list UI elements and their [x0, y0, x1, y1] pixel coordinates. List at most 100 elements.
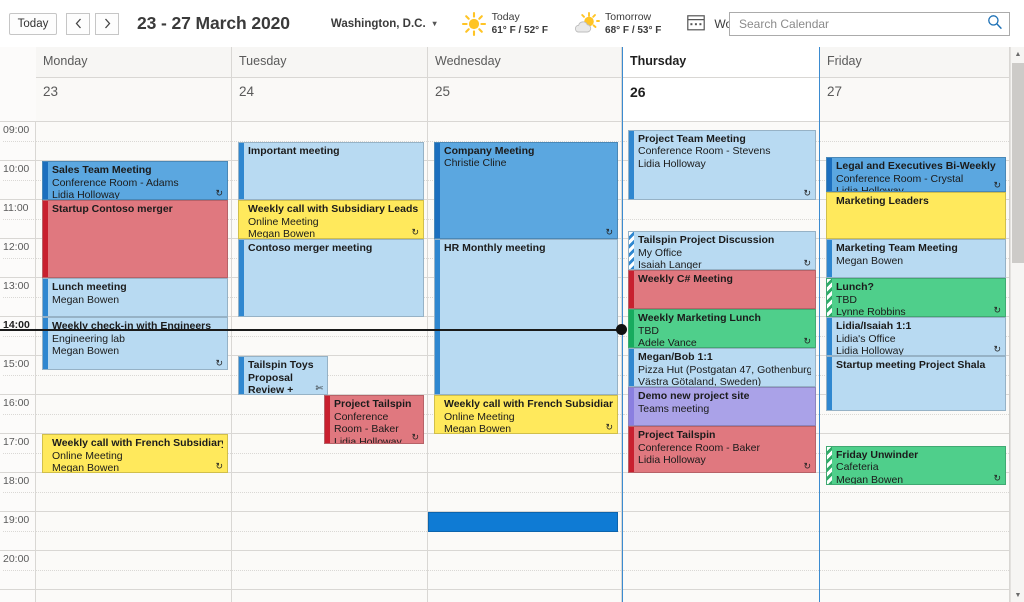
time-slot[interactable]	[232, 551, 427, 590]
event-organizer: Lidia Holloway	[638, 157, 706, 170]
time-label-1400: 14:00	[0, 317, 36, 356]
time-slot[interactable]	[232, 317, 427, 356]
time-slot[interactable]	[36, 551, 231, 590]
time-slot[interactable]	[232, 512, 427, 551]
event-body: Weekly check-in with Engineers Engineerin…	[48, 318, 227, 369]
calendar-event[interactable]: Startup Contoso merger	[42, 200, 228, 278]
calendar-event[interactable]: Tailspin Toys Proposal Review + LunchUmi…	[238, 356, 328, 395]
time-slot[interactable]	[820, 512, 1009, 551]
event-body: HR Monthly meeting	[440, 240, 617, 394]
recurring-icon: ↻	[803, 460, 811, 471]
calendar-event[interactable]: Tailspin Project Discussion My Office Isai…	[628, 231, 816, 271]
calendar-event[interactable]: Lidia/Isaiah 1:1 Lidia's Office Lidia Holl…	[826, 317, 1006, 356]
half-hour-divider	[3, 180, 36, 181]
today-button[interactable]: Today	[9, 12, 57, 35]
event-location: Megan Bowen	[836, 254, 904, 267]
current-time-marker	[616, 323, 627, 335]
time-slot[interactable]	[623, 473, 819, 512]
calendar-event[interactable]: Weekly call with French Subsidiary Online…	[434, 395, 618, 434]
half-hour-divider	[36, 492, 231, 493]
calendar-event[interactable]: Demo new project site Teams meeting	[628, 387, 816, 427]
event-title: Company Meeting	[444, 144, 535, 157]
recurring-icon: ↻	[803, 336, 811, 347]
calendar-event[interactable]: Startup meeting Project Shala	[826, 356, 1006, 411]
calendar-event[interactable]: Project Team Meeting Conference Room - St…	[628, 129, 816, 200]
event-body: Project Tailspin Conference Room - Baker L…	[330, 396, 423, 443]
event-body: Demo new project site Teams meeting	[634, 388, 815, 425]
event-title: Lidia/Isaiah 1:1	[836, 320, 912, 332]
time-slot[interactable]	[36, 395, 231, 434]
calendar-event[interactable]: Lunch? TBD Lynne Robbins ↻	[826, 278, 1006, 317]
calendar-event[interactable]: Project Tailspin Conference Room - Baker L…	[324, 395, 424, 444]
calendar-event[interactable]	[428, 512, 618, 532]
time-slot[interactable]	[820, 122, 1009, 161]
time-slot[interactable]	[36, 122, 231, 161]
scroll-down-button[interactable]: ▼	[1011, 588, 1024, 602]
event-body: Marketing Team Meeting Megan Bowen	[832, 240, 1005, 277]
time-label-1700: 17:00	[0, 434, 36, 473]
half-hour-divider	[820, 492, 1009, 493]
calendar-event[interactable]: Friday Unwinder Cafeteria Megan Bowen ↻	[826, 445, 1006, 485]
calendar-event[interactable]: Legal and Executives Bi-Weekly Conference…	[826, 157, 1006, 193]
half-hour-divider	[36, 570, 231, 571]
half-hour-divider	[3, 141, 36, 142]
location-selector[interactable]: Washington, D.C. ▾	[331, 18, 437, 30]
event-body: Weekly call with French Subsidiary Online…	[440, 396, 617, 433]
calendar-event[interactable]: Important meeting	[238, 141, 424, 200]
calendar-event[interactable]: Megan/Bob 1:1 Pizza Hut (Postgatan 47, Go…	[628, 348, 816, 388]
calendar-event[interactable]: Lunch meeting Megan Bowen	[42, 278, 228, 317]
half-hour-divider	[623, 219, 819, 220]
time-slot[interactable]	[36, 512, 231, 551]
calendar-event[interactable]: Weekly call with French Subsidiary Online…	[42, 434, 228, 473]
time-slot[interactable]	[36, 473, 231, 512]
time-slot[interactable]	[428, 434, 621, 473]
calendar-event[interactable]: Weekly Marketing Lunch TBD Adele Vance ↻	[628, 309, 816, 349]
day-column-tuesday[interactable]: Tuesday 24	[232, 47, 428, 602]
time-slot[interactable]	[428, 473, 621, 512]
day-header-thursday: Thursday	[623, 47, 819, 78]
calendar-event[interactable]: Project Tailspin Conference Room - Baker L…	[628, 426, 816, 473]
search-input[interactable]	[739, 17, 987, 31]
time-slot[interactable]	[623, 551, 819, 590]
event-title: HR Monthly meeting	[444, 242, 546, 254]
event-title: Legal and Executives Bi-Weekly	[836, 160, 996, 173]
recurring-icon: ↻	[411, 431, 419, 442]
search-icon[interactable]	[987, 14, 1003, 35]
time-slot[interactable]	[623, 512, 819, 551]
event-location: Conference Room - Crystal	[836, 172, 964, 185]
calendar-event[interactable]: Marketing Team Meeting Megan Bowen	[826, 239, 1006, 278]
calendar-event[interactable]: Sales Team Meeting Conference Room - Adam…	[42, 161, 228, 200]
calendar-event[interactable]: Weekly call with Subsidiary Leads Online …	[238, 200, 424, 239]
calendar-event[interactable]: Weekly C# Meeting	[628, 270, 816, 310]
vertical-scrollbar[interactable]: ▲ ▼	[1010, 47, 1024, 602]
calendar-event[interactable]: Contoso merger meeting	[238, 239, 424, 317]
half-hour-divider	[3, 258, 36, 259]
time-label-1300: 13:00	[0, 278, 36, 317]
weather-today-text: Today 61° F / 52° F	[492, 11, 548, 37]
event-location: TBD	[638, 324, 659, 337]
recurring-icon: ↻	[993, 305, 1001, 315]
scroll-up-button[interactable]: ▲	[1011, 47, 1024, 61]
half-hour-divider	[3, 414, 36, 415]
calendar-event[interactable]: Company Meeting Christie Cline ↻	[434, 141, 618, 239]
event-organizer: Megan Bowen	[248, 228, 316, 239]
next-week-button[interactable]	[95, 12, 119, 35]
event-organizer: Megan Bowen	[52, 345, 120, 357]
time-slot[interactable]	[428, 551, 621, 590]
previous-week-button[interactable]	[66, 12, 90, 35]
scrollbar-thumb[interactable]	[1012, 63, 1024, 263]
search-box[interactable]	[729, 12, 1010, 36]
event-title: Weekly C# Meeting	[638, 273, 733, 286]
event-title: Startup meeting Project Shala	[836, 359, 986, 371]
half-hour-divider	[3, 492, 36, 493]
calendar-event[interactable]: Weekly check-in with Engineers Engineerin…	[42, 317, 228, 370]
recurring-icon: ↻	[803, 187, 811, 198]
calendar-event[interactable]: HR Monthly meeting	[434, 239, 618, 395]
time-slot[interactable]	[232, 473, 427, 512]
event-location: TBD	[836, 293, 857, 306]
event-body: Weekly call with French Subsidiary Online…	[48, 435, 227, 472]
calendar-event[interactable]: Marketing Leaders	[826, 192, 1006, 239]
time-slot[interactable]	[820, 551, 1009, 590]
event-location: Christie Cline	[444, 157, 507, 169]
time-label-0900: 09:00	[0, 122, 36, 161]
